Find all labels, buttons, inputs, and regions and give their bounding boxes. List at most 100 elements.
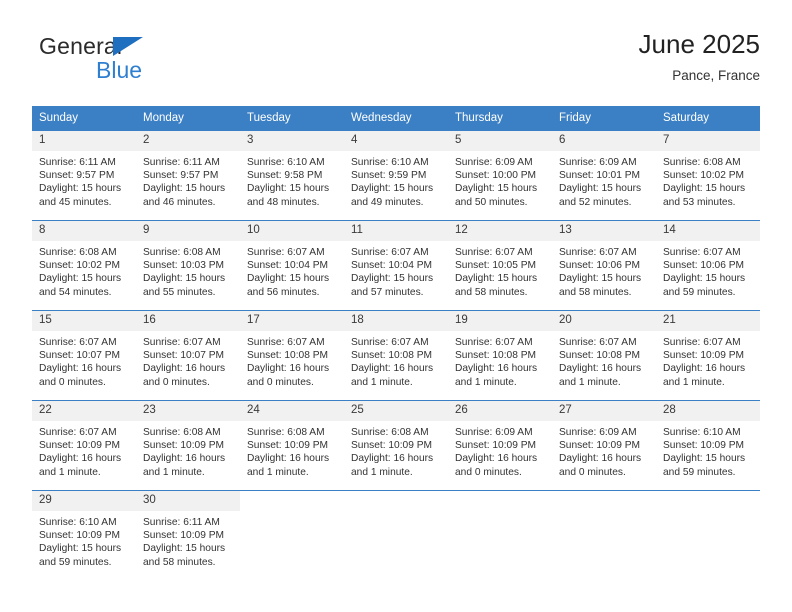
- daylight-text: Daylight: 15 hours and 54 minutes.: [39, 273, 122, 298]
- calendar-week-row: 29 Sunrise: 6:10 AM Sunset: 10:09 PM Daylig…: [32, 490, 760, 580]
- day-details: Sunrise: 6:08 AM Sunset: 10:09 PM Daylight…: [240, 421, 344, 479]
- sunset-text: Sunset: 10:07 PM: [143, 350, 224, 362]
- sunset-text: Sunset: 10:06 PM: [559, 260, 640, 272]
- calendar-day-cell[interactable]: 17 Sunrise: 6:07 AM Sunset: 10:08 PM Daylig…: [240, 310, 344, 401]
- sunrise-text: Sunrise: 6:07 AM: [455, 247, 533, 258]
- calendar-day-cell[interactable]: 6 Sunrise: 6:09 AM Sunset: 10:01 PM Dayligh…: [552, 131, 656, 221]
- sunset-text: Sunset: 9:59 PM: [351, 170, 427, 182]
- calendar-day-cell[interactable]: 24 Sunrise: 6:08 AM Sunset: 10:09 PM Daylig…: [240, 400, 344, 491]
- sunset-text: Sunset: 10:09 PM: [143, 530, 224, 542]
- calendar-day-cell[interactable]: 4 Sunrise: 6:10 AM Sunset: 9:59 PM Daylight…: [344, 131, 448, 221]
- day-number: 20: [552, 311, 656, 331]
- calendar-cell-empty: [656, 490, 760, 580]
- calendar-day-cell[interactable]: 14 Sunrise: 6:07 AM Sunset: 10:06 PM Daylig…: [656, 220, 760, 311]
- sunset-text: Sunset: 10:03 PM: [143, 260, 224, 272]
- day-details: Sunrise: 6:07 AM Sunset: 10:06 PM Daylight…: [656, 241, 760, 299]
- sunset-text: Sunset: 10:09 PM: [351, 440, 432, 452]
- day-details: Sunrise: 6:07 AM Sunset: 10:05 PM Daylight…: [448, 241, 552, 299]
- sunset-text: Sunset: 10:01 PM: [559, 170, 640, 182]
- calendar-day-cell[interactable]: 29 Sunrise: 6:10 AM Sunset: 10:09 PM Daylig…: [32, 490, 136, 580]
- brand-logo[interactable]: General Blue: [39, 33, 219, 91]
- daylight-text: Daylight: 16 hours and 0 minutes.: [247, 363, 330, 388]
- sunset-text: Sunset: 10:09 PM: [247, 440, 328, 452]
- day-number: 5: [448, 131, 552, 151]
- daylight-text: Daylight: 16 hours and 1 minute.: [247, 453, 330, 478]
- sunset-text: Sunset: 9:57 PM: [143, 170, 219, 182]
- day-number-placeholder: [552, 491, 656, 511]
- sunrise-text: Sunrise: 6:08 AM: [247, 427, 325, 438]
- daylight-text: Daylight: 16 hours and 0 minutes.: [455, 453, 538, 478]
- calendar-day-cell[interactable]: 16 Sunrise: 6:07 AM Sunset: 10:07 PM Daylig…: [136, 310, 240, 401]
- sunrise-text: Sunrise: 6:07 AM: [351, 247, 429, 258]
- sunrise-text: Sunrise: 6:07 AM: [39, 427, 117, 438]
- daylight-text: Daylight: 16 hours and 1 minute.: [663, 363, 746, 388]
- calendar-day-cell[interactable]: 15 Sunrise: 6:07 AM Sunset: 10:07 PM Daylig…: [32, 310, 136, 401]
- day-number: 10: [240, 221, 344, 241]
- calendar-day-cell[interactable]: 7 Sunrise: 6:08 AM Sunset: 10:02 PM Dayligh…: [656, 131, 760, 221]
- daylight-text: Daylight: 15 hours and 58 minutes.: [559, 273, 642, 298]
- calendar-day-cell[interactable]: 9 Sunrise: 6:08 AM Sunset: 10:03 PM Dayligh…: [136, 220, 240, 311]
- calendar-day-cell[interactable]: 26 Sunrise: 6:09 AM Sunset: 10:09 PM Daylig…: [448, 400, 552, 491]
- day-number: 29: [32, 491, 136, 511]
- day-number: 4: [344, 131, 448, 151]
- calendar-day-cell[interactable]: 13 Sunrise: 6:07 AM Sunset: 10:06 PM Daylig…: [552, 220, 656, 311]
- sunrise-text: Sunrise: 6:09 AM: [455, 157, 533, 168]
- calendar-day-cell[interactable]: 5 Sunrise: 6:09 AM Sunset: 10:00 PM Dayligh…: [448, 131, 552, 221]
- sunrise-text: Sunrise: 6:08 AM: [39, 247, 117, 258]
- day-number: 22: [32, 401, 136, 421]
- calendar-day-cell[interactable]: 28 Sunrise: 6:10 AM Sunset: 10:09 PM Daylig…: [656, 400, 760, 491]
- calendar-day-cell[interactable]: 10 Sunrise: 6:07 AM Sunset: 10:04 PM Daylig…: [240, 220, 344, 311]
- day-number: 28: [656, 401, 760, 421]
- calendar-body: 1 Sunrise: 6:11 AM Sunset: 9:57 PM Daylight…: [32, 131, 760, 580]
- weekday-header-saturday: Saturday: [656, 106, 760, 131]
- calendar-day-cell[interactable]: 30 Sunrise: 6:11 AM Sunset: 10:09 PM Daylig…: [136, 490, 240, 580]
- day-number: 11: [344, 221, 448, 241]
- sunset-text: Sunset: 10:05 PM: [455, 260, 536, 272]
- day-number: 6: [552, 131, 656, 151]
- daylight-text: Daylight: 16 hours and 1 minute.: [39, 453, 122, 478]
- day-details: Sunrise: 6:11 AM Sunset: 10:09 PM Daylight…: [136, 511, 240, 569]
- calendar-day-cell[interactable]: 22 Sunrise: 6:07 AM Sunset: 10:09 PM Daylig…: [32, 400, 136, 491]
- page-title: June 2025: [638, 29, 760, 59]
- calendar-cell-empty: [552, 490, 656, 580]
- day-details: Sunrise: 6:09 AM Sunset: 10:09 PM Daylight…: [552, 421, 656, 479]
- daylight-text: Daylight: 15 hours and 59 minutes.: [663, 453, 746, 478]
- day-details: Sunrise: 6:08 AM Sunset: 10:02 PM Daylight…: [656, 151, 760, 209]
- calendar-week-row: 22 Sunrise: 6:07 AM Sunset: 10:09 PM Daylig…: [32, 400, 760, 491]
- day-details: Sunrise: 6:08 AM Sunset: 10:09 PM Daylight…: [344, 421, 448, 479]
- sunset-text: Sunset: 10:09 PM: [143, 440, 224, 452]
- sunset-text: Sunset: 10:09 PM: [663, 350, 744, 362]
- calendar-day-cell[interactable]: 11 Sunrise: 6:07 AM Sunset: 10:04 PM Daylig…: [344, 220, 448, 311]
- triangle-icon: [113, 37, 143, 56]
- calendar-day-cell[interactable]: 20 Sunrise: 6:07 AM Sunset: 10:08 PM Daylig…: [552, 310, 656, 401]
- sunrise-text: Sunrise: 6:10 AM: [247, 157, 325, 168]
- weekday-header-wednesday: Wednesday: [344, 106, 448, 131]
- sunrise-text: Sunrise: 6:08 AM: [143, 247, 221, 258]
- calendar-day-cell[interactable]: 27 Sunrise: 6:09 AM Sunset: 10:09 PM Daylig…: [552, 400, 656, 491]
- calendar-week-row: 8 Sunrise: 6:08 AM Sunset: 10:02 PM Dayligh…: [32, 220, 760, 311]
- daylight-text: Daylight: 15 hours and 59 minutes.: [39, 543, 122, 568]
- day-number: 30: [136, 491, 240, 511]
- calendar-day-cell[interactable]: 23 Sunrise: 6:08 AM Sunset: 10:09 PM Daylig…: [136, 400, 240, 491]
- day-number: 3: [240, 131, 344, 151]
- calendar-cell-empty: [448, 490, 552, 580]
- calendar-day-cell[interactable]: 1 Sunrise: 6:11 AM Sunset: 9:57 PM Daylight…: [32, 131, 136, 221]
- calendar-day-cell[interactable]: 19 Sunrise: 6:07 AM Sunset: 10:08 PM Daylig…: [448, 310, 552, 401]
- calendar-day-cell[interactable]: 8 Sunrise: 6:08 AM Sunset: 10:02 PM Dayligh…: [32, 220, 136, 311]
- sunrise-text: Sunrise: 6:07 AM: [247, 247, 325, 258]
- calendar-day-cell[interactable]: 3 Sunrise: 6:10 AM Sunset: 9:58 PM Daylight…: [240, 131, 344, 221]
- weekday-header-tuesday: Tuesday: [240, 106, 344, 131]
- day-number: 18: [344, 311, 448, 331]
- day-details: Sunrise: 6:07 AM Sunset: 10:04 PM Daylight…: [240, 241, 344, 299]
- sunset-text: Sunset: 10:09 PM: [39, 440, 120, 452]
- sunrise-text: Sunrise: 6:07 AM: [663, 247, 741, 258]
- sunrise-text: Sunrise: 6:07 AM: [247, 337, 325, 348]
- calendar-day-cell[interactable]: 25 Sunrise: 6:08 AM Sunset: 10:09 PM Daylig…: [344, 400, 448, 491]
- calendar-day-cell[interactable]: 21 Sunrise: 6:07 AM Sunset: 10:09 PM Daylig…: [656, 310, 760, 401]
- calendar-day-cell[interactable]: 18 Sunrise: 6:07 AM Sunset: 10:08 PM Daylig…: [344, 310, 448, 401]
- daylight-text: Daylight: 15 hours and 59 minutes.: [663, 273, 746, 298]
- sunrise-text: Sunrise: 6:07 AM: [559, 337, 637, 348]
- calendar-day-cell[interactable]: 12 Sunrise: 6:07 AM Sunset: 10:05 PM Daylig…: [448, 220, 552, 311]
- day-details: Sunrise: 6:07 AM Sunset: 10:08 PM Daylight…: [552, 331, 656, 389]
- calendar-day-cell[interactable]: 2 Sunrise: 6:11 AM Sunset: 9:57 PM Daylight…: [136, 131, 240, 221]
